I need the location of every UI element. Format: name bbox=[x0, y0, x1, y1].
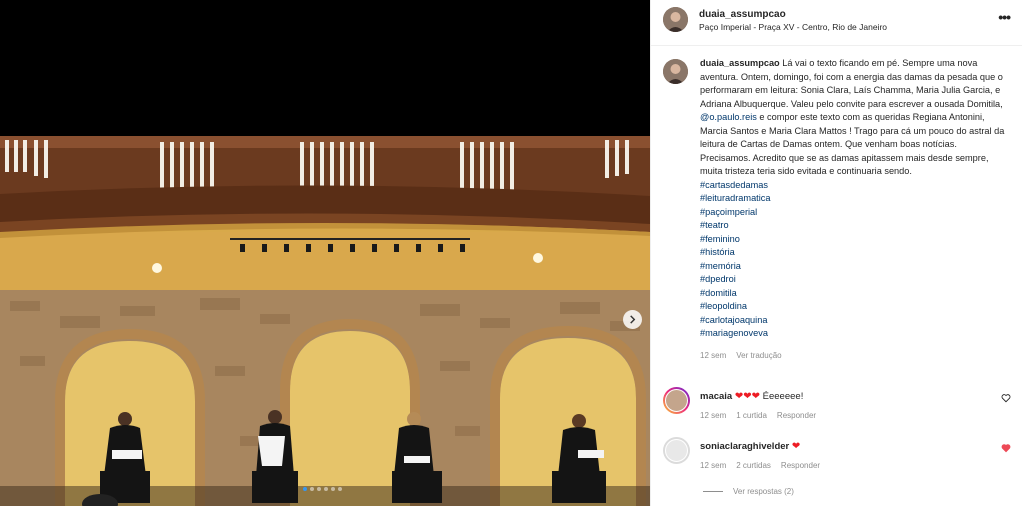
hashtag-link[interactable]: #dpedroi bbox=[700, 273, 1005, 287]
comment-time[interactable]: 12 sem bbox=[700, 461, 726, 470]
replies-divider bbox=[703, 491, 723, 492]
see-translation-button[interactable]: Ver tradução bbox=[736, 349, 781, 363]
carousel-dots bbox=[303, 487, 342, 491]
heart-emoji: ❤ bbox=[791, 441, 801, 452]
avatar[interactable] bbox=[663, 59, 688, 84]
carousel-dot bbox=[310, 487, 314, 491]
view-replies-button[interactable]: Ver respostas (2) bbox=[703, 487, 794, 496]
theater-reading-image bbox=[0, 136, 650, 506]
hashtag-link[interactable]: #domitila bbox=[700, 287, 1005, 301]
caption-username[interactable]: duaia_assumpcao bbox=[700, 58, 780, 68]
hashtag-link[interactable]: #leituradramatica bbox=[700, 192, 1005, 206]
carousel-dot bbox=[338, 487, 342, 491]
comment-time[interactable]: 12 sem bbox=[700, 411, 726, 420]
hashtag-link[interactable]: #paçoimperial bbox=[700, 206, 1005, 220]
avatar[interactable] bbox=[663, 437, 690, 464]
post-username[interactable]: duaia_assumpcao bbox=[699, 9, 786, 20]
carousel-dot bbox=[324, 487, 328, 491]
profile-photo bbox=[663, 59, 688, 84]
hashtag-link[interactable]: #cartasdedamas bbox=[700, 179, 1005, 193]
heart-outline-icon[interactable] bbox=[1001, 393, 1011, 403]
post-location[interactable]: Paço Imperial - Praça XV - Centro, Rio d… bbox=[699, 22, 887, 32]
hashtag-link[interactable]: #leopoldina bbox=[700, 300, 1005, 314]
caption-mention[interactable]: @o.paulo.reis bbox=[700, 112, 757, 122]
reply-button[interactable]: Responder bbox=[777, 411, 816, 420]
comment-text: soniaclaraghivelder ❤ bbox=[700, 441, 800, 452]
avatar[interactable] bbox=[663, 7, 688, 32]
comment-username[interactable]: macaia bbox=[700, 391, 732, 402]
more-options-icon[interactable]: ••• bbox=[998, 9, 1011, 25]
hashtag-link[interactable]: #teatro bbox=[700, 219, 1005, 233]
hashtag-link[interactable]: #história bbox=[700, 246, 1005, 260]
view-replies-label: Ver respostas (2) bbox=[733, 487, 794, 496]
heart-filled-icon[interactable] bbox=[1001, 443, 1011, 453]
post-header: duaia_assumpcao Paço Imperial - Praça XV… bbox=[651, 0, 1022, 46]
comment-username[interactable]: soniaclaraghivelder bbox=[700, 441, 789, 452]
reply-button[interactable]: Responder bbox=[781, 461, 820, 470]
hashtag-link[interactable]: #memória bbox=[700, 260, 1005, 274]
hashtag-link[interactable]: #carlotajoaquina bbox=[700, 314, 1005, 328]
avatar[interactable] bbox=[663, 387, 690, 414]
post-side-panel: duaia_assumpcao Paço Imperial - Praça XV… bbox=[650, 0, 1022, 506]
carousel-dot bbox=[317, 487, 321, 491]
comment-meta: 12 sem 2 curtidas Responder bbox=[700, 461, 820, 470]
comment-meta: 12 sem 1 curtida Responder bbox=[700, 411, 816, 420]
post-photo[interactable] bbox=[0, 136, 650, 506]
hashtag-link[interactable]: #feminino bbox=[700, 233, 1005, 247]
caption-meta: 12 sem Ver tradução bbox=[700, 349, 1005, 363]
caption-time[interactable]: 12 sem bbox=[700, 349, 726, 363]
comment-text: macaia ❤❤❤ Éeeeeee! bbox=[700, 391, 803, 402]
comment-likes[interactable]: 1 curtida bbox=[736, 411, 767, 420]
comment-body: Éeeeeee! bbox=[762, 391, 804, 402]
carousel-next-button[interactable] bbox=[623, 310, 642, 329]
heart-emoji: ❤❤❤ bbox=[734, 391, 761, 402]
post-media bbox=[0, 0, 650, 506]
caption-text: duaia_assumpcao Lá vai o texto ficando e… bbox=[700, 57, 1005, 362]
carousel-dot bbox=[303, 487, 307, 491]
profile-photo bbox=[663, 7, 688, 32]
carousel-dot bbox=[331, 487, 335, 491]
hashtag-link[interactable]: #mariagenoveva bbox=[700, 327, 1005, 341]
chevron-right-icon bbox=[630, 315, 636, 324]
comment-likes[interactable]: 2 curtidas bbox=[736, 461, 771, 470]
